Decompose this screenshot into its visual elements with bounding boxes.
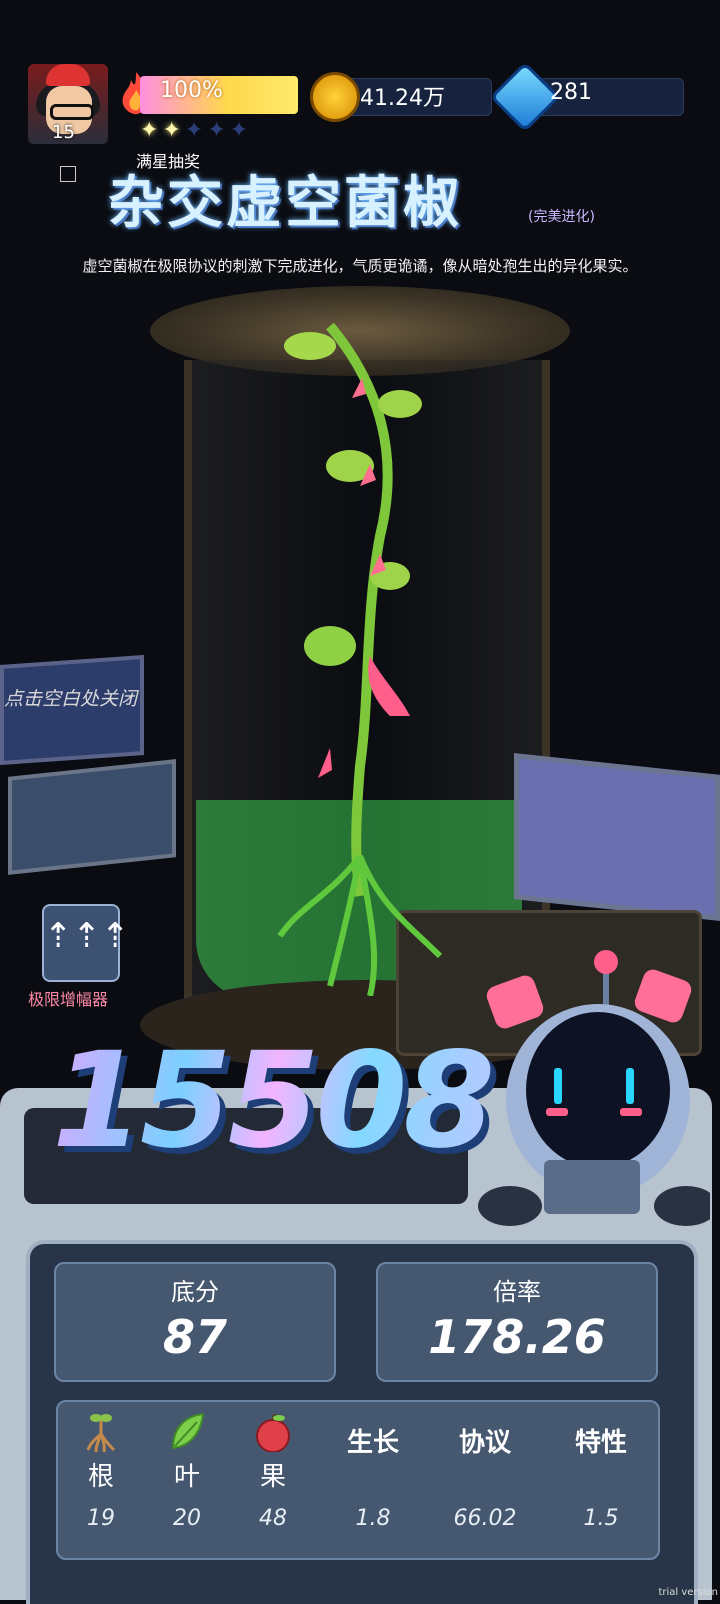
left-terminal	[8, 759, 176, 875]
attribute-stats: 根 19 叶 20 果 48 生长 1.8 协议 66.02 特性 1.5	[56, 1400, 660, 1560]
triple-arrow-up-icon: ⇡⇡⇡	[44, 916, 130, 956]
base-score-box: 底分 87	[54, 1262, 336, 1382]
base-score-value: 87	[162, 1310, 227, 1364]
item-description: 虚空菌椒在极限协议的刺激下完成进化，气质更诡谲，像从暗处孢生出的异化果实。	[82, 257, 638, 275]
stat-value: 19	[87, 1506, 115, 1531]
stat-name: 特性	[574, 1428, 627, 1458]
evolution-tag: (完美进化)	[528, 209, 595, 225]
leaf-icon	[144, 1412, 230, 1456]
fruit-icon	[230, 1412, 316, 1456]
star-icon: ✦	[229, 118, 249, 143]
multiplier-label: 倍率	[493, 1278, 541, 1306]
avatar-glasses	[50, 104, 94, 120]
coin-amount: 41.24万	[360, 86, 445, 111]
stat-value: 20	[173, 1506, 201, 1531]
stat-value: 1.8	[355, 1506, 391, 1531]
amplifier-label: 极限增幅器	[28, 990, 109, 1009]
stat-name: 生长	[346, 1428, 399, 1458]
amplifier-button[interactable]: ⇡⇡⇡	[42, 904, 130, 982]
checkbox[interactable]	[60, 166, 76, 182]
stat-protocol: 协议 66.02	[442, 1402, 528, 1531]
stat-growth: 生长 1.8	[330, 1402, 416, 1531]
star-icon: ✦	[140, 118, 159, 143]
close-hint[interactable]: 点击空白处关闭	[4, 684, 137, 711]
stat-fruit: 果 48	[230, 1402, 316, 1531]
multiplier-box: 倍率 178.26	[376, 1262, 658, 1382]
stat-trait: 特性 1.5	[558, 1402, 644, 1531]
stat-name: 果	[259, 1462, 286, 1492]
star-icon: ✦	[184, 118, 204, 143]
plant-illustration	[277, 322, 443, 996]
gem-amount: 281	[550, 80, 592, 105]
stat-value: 48	[259, 1506, 287, 1531]
star-icon: ✦	[207, 118, 226, 143]
stat-name: 协议	[458, 1428, 511, 1458]
stat-value: 1.5	[583, 1506, 619, 1531]
stat-root: 根 19	[58, 1402, 144, 1531]
star-rating: ✦ ✦ ✦ ✦ ✦	[140, 118, 249, 143]
multiplier-value: 178.26	[428, 1310, 606, 1364]
stat-leaf: 叶 20	[144, 1402, 230, 1531]
robot-mascot-icon	[478, 950, 710, 1226]
coin-icon	[310, 72, 360, 122]
game-scene[interactable]: 15 100% ✦ ✦ ✦ ✦ ✦ 满星抽奖 41.24万 281 杂交虚空菌椒…	[0, 0, 720, 1604]
stat-value: 66.02	[453, 1506, 517, 1531]
right-monitor	[514, 753, 720, 921]
stat-name: 叶	[173, 1462, 200, 1492]
santa-hat-icon	[46, 64, 90, 86]
watermark: trial version	[658, 1587, 718, 1598]
stat-name: 根	[87, 1462, 114, 1492]
player-level: 15	[52, 122, 75, 143]
base-score-label: 底分	[171, 1278, 219, 1306]
item-title: 杂交虚空菌椒	[108, 171, 462, 236]
energy-percent: 100%	[160, 78, 223, 103]
star-icon: ✦	[162, 118, 181, 143]
total-score: 15508	[52, 1024, 495, 1178]
root-icon	[58, 1412, 144, 1456]
